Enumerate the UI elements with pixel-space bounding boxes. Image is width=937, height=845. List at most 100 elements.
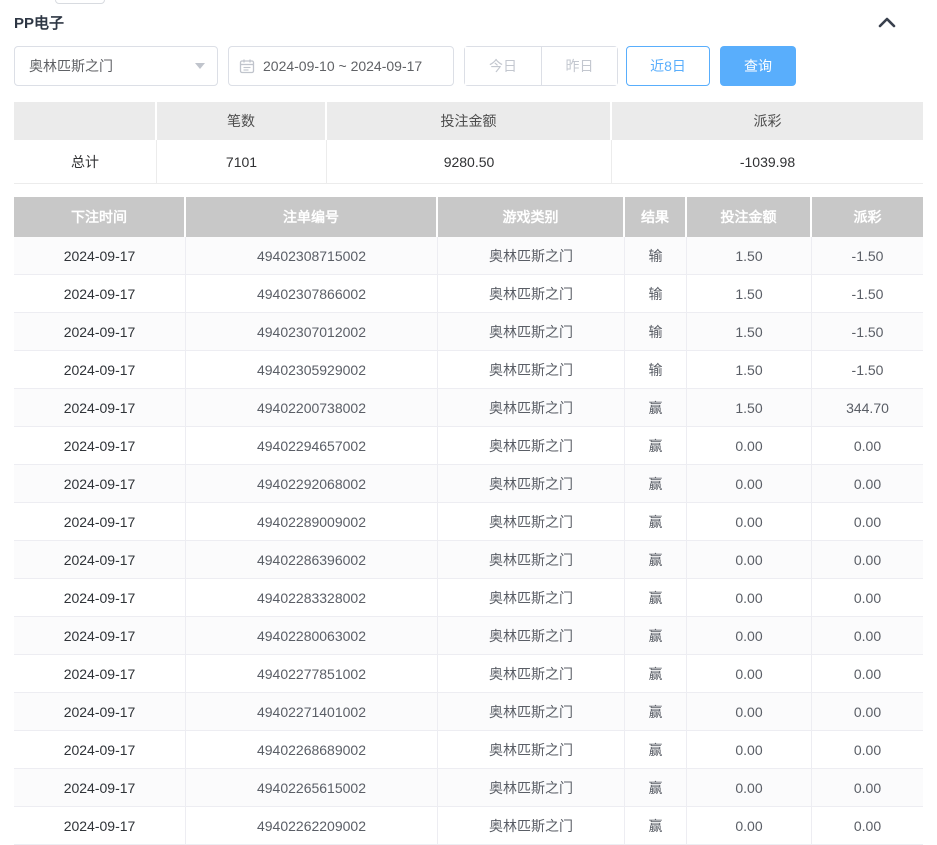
- payout-cell: 0.00: [812, 769, 923, 807]
- bet-amount-cell: 0.00: [687, 807, 812, 845]
- order-number-cell: 49402265615002: [186, 769, 438, 807]
- result-cell: 赢: [625, 769, 687, 807]
- payout-cell: 0.00: [812, 731, 923, 769]
- table-row: 2024-09-1749402286396002奥林匹斯之门赢0.000.00: [14, 541, 923, 579]
- bet-amount-cell: 0.00: [687, 655, 812, 693]
- quick-date-button-group: 今日 昨日: [464, 46, 618, 86]
- table-row: 2024-09-1749402294657002奥林匹斯之门赢0.000.00: [14, 427, 923, 465]
- bet-amount-cell: 0.00: [687, 769, 812, 807]
- game-type-cell: 奥林匹斯之门: [438, 503, 625, 541]
- bet-time-cell: 2024-09-17: [14, 313, 186, 351]
- game-type-cell: 奥林匹斯之门: [438, 655, 625, 693]
- bet-time-cell: 2024-09-17: [14, 693, 186, 731]
- game-type-cell: 奥林匹斯之门: [438, 807, 625, 845]
- bet-time-cell: 2024-09-17: [14, 579, 186, 617]
- summary-header-empty: [14, 102, 157, 140]
- bet-time-cell: 2024-09-17: [14, 655, 186, 693]
- payout-cell: 0.00: [812, 541, 923, 579]
- result-cell: 输: [625, 351, 687, 389]
- payout-cell: 0.00: [812, 655, 923, 693]
- bet-time-cell: 2024-09-17: [14, 731, 186, 769]
- header-bet-amount: 投注金额: [687, 197, 812, 237]
- payout-cell: -1.50: [812, 237, 923, 275]
- table-row: 2024-09-1749402307012002奥林匹斯之门输1.50-1.50: [14, 313, 923, 351]
- table-row: 2024-09-1749402292068002奥林匹斯之门赢0.000.00: [14, 465, 923, 503]
- table-row: 2024-09-1749402262209002奥林匹斯之门赢0.000.00: [14, 807, 923, 845]
- payout-cell: 0.00: [812, 503, 923, 541]
- cropped-element-fragment: [55, 0, 105, 4]
- order-number-cell: 49402200738002: [186, 389, 438, 427]
- payout-cell: 0.00: [812, 807, 923, 845]
- result-cell: 赢: [625, 693, 687, 731]
- result-cell: 赢: [625, 541, 687, 579]
- game-type-cell: 奥林匹斯之门: [438, 351, 625, 389]
- payout-cell: 0.00: [812, 693, 923, 731]
- order-number-cell: 49402305929002: [186, 351, 438, 389]
- game-type-cell: 奥林匹斯之门: [438, 313, 625, 351]
- page-title: PP电子: [14, 12, 64, 33]
- game-type-cell: 奥林匹斯之门: [438, 769, 625, 807]
- game-type-cell: 奥林匹斯之门: [438, 693, 625, 731]
- game-type-cell: 奥林匹斯之门: [438, 389, 625, 427]
- header-order-number: 注单编号: [186, 197, 438, 237]
- game-type-cell: 奥林匹斯之门: [438, 617, 625, 655]
- table-row: 2024-09-1749402308715002奥林匹斯之门输1.50-1.50: [14, 237, 923, 275]
- header-payout: 派彩: [812, 197, 923, 237]
- payout-cell: 344.70: [812, 389, 923, 427]
- summary-total-row: 总计 7101 9280.50 -1039.98: [14, 140, 923, 184]
- filter-bar: 奥林匹斯之门 2024-09-10 ~ 2024-09-17 今日 昨日 近8日: [14, 46, 923, 86]
- collapse-panel-button[interactable]: [873, 11, 901, 33]
- last-8-days-button[interactable]: 近8日: [626, 46, 710, 86]
- order-number-cell: 49402308715002: [186, 237, 438, 275]
- order-number-cell: 49402262209002: [186, 807, 438, 845]
- result-cell: 赢: [625, 389, 687, 427]
- game-type-cell: 奥林匹斯之门: [438, 275, 625, 313]
- today-button[interactable]: 今日: [465, 47, 541, 85]
- game-type-cell: 奥林匹斯之门: [438, 731, 625, 769]
- bet-amount-cell: 0.00: [687, 541, 812, 579]
- bet-amount-cell: 1.50: [687, 313, 812, 351]
- game-type-cell: 奥林匹斯之门: [438, 541, 625, 579]
- table-row: 2024-09-1749402283328002奥林匹斯之门赢0.000.00: [14, 579, 923, 617]
- bet-time-cell: 2024-09-17: [14, 807, 186, 845]
- query-button[interactable]: 查询: [720, 46, 796, 86]
- result-cell: 赢: [625, 617, 687, 655]
- bet-time-cell: 2024-09-17: [14, 769, 186, 807]
- payout-cell: -1.50: [812, 351, 923, 389]
- game-select[interactable]: 奥林匹斯之门: [14, 46, 218, 86]
- order-number-cell: 49402283328002: [186, 579, 438, 617]
- order-number-cell: 49402277851002: [186, 655, 438, 693]
- bet-amount-cell: 0.00: [687, 731, 812, 769]
- table-row: 2024-09-1749402271401002奥林匹斯之门赢0.000.00: [14, 693, 923, 731]
- summary-total-payout: -1039.98: [612, 140, 923, 184]
- table-row: 2024-09-1749402200738002奥林匹斯之门赢1.50344.7…: [14, 389, 923, 427]
- table-row: 2024-09-1749402305929002奥林匹斯之门输1.50-1.50: [14, 351, 923, 389]
- bet-amount-cell: 1.50: [687, 389, 812, 427]
- bet-amount-cell: 1.50: [687, 351, 812, 389]
- order-number-cell: 49402289009002: [186, 503, 438, 541]
- table-row: 2024-09-1749402265615002奥林匹斯之门赢0.000.00: [14, 769, 923, 807]
- order-number-cell: 49402271401002: [186, 693, 438, 731]
- game-type-cell: 奥林匹斯之门: [438, 427, 625, 465]
- calendar-icon: [239, 58, 255, 74]
- bet-time-cell: 2024-09-17: [14, 389, 186, 427]
- chevron-up-icon: [878, 16, 896, 28]
- game-select-value: 奥林匹斯之门: [29, 56, 113, 76]
- bet-time-cell: 2024-09-17: [14, 541, 186, 579]
- header-bet-time: 下注时间: [14, 197, 186, 237]
- result-cell: 赢: [625, 731, 687, 769]
- result-cell: 赢: [625, 427, 687, 465]
- payout-cell: 0.00: [812, 617, 923, 655]
- order-number-cell: 49402294657002: [186, 427, 438, 465]
- date-range-picker[interactable]: 2024-09-10 ~ 2024-09-17: [228, 46, 454, 86]
- result-cell: 赢: [625, 579, 687, 617]
- bet-time-cell: 2024-09-17: [14, 351, 186, 389]
- table-row: 2024-09-1749402268689002奥林匹斯之门赢0.000.00: [14, 731, 923, 769]
- payout-cell: 0.00: [812, 579, 923, 617]
- bet-amount-cell: 0.00: [687, 465, 812, 503]
- bet-time-cell: 2024-09-17: [14, 237, 186, 275]
- yesterday-button[interactable]: 昨日: [541, 47, 617, 85]
- bet-amount-cell: 0.00: [687, 617, 812, 655]
- table-row: 2024-09-1749402289009002奥林匹斯之门赢0.000.00: [14, 503, 923, 541]
- bet-amount-cell: 0.00: [687, 503, 812, 541]
